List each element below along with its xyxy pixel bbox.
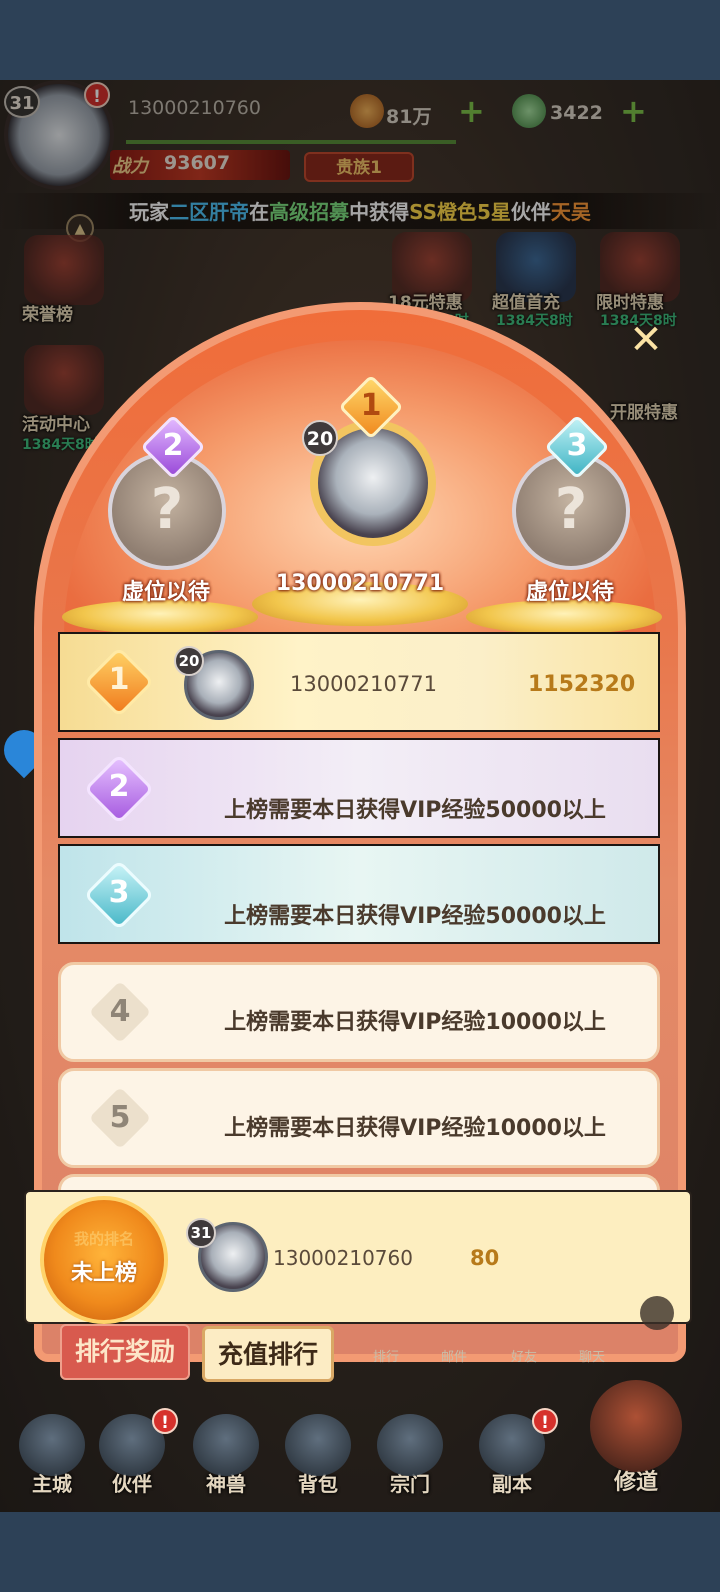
rank-4-number: 4 [109, 994, 131, 1029]
nav-cultivation[interactable]: 修道 [586, 1380, 686, 1496]
rank-4-requirement: 上榜需要本日获得VIP经验10000以上 [224, 1010, 606, 1035]
podium-second-name: 虚位以待 [121, 580, 210, 605]
rank-1-score: 1152320 [528, 672, 636, 697]
dungeon-alert-icon: ! [532, 1408, 558, 1434]
rank-3-number: 3 [108, 875, 130, 910]
podium-first-rank: 1 [360, 388, 382, 423]
beast-icon [193, 1414, 259, 1476]
tab-rank-rewards[interactable]: 排行奖励 [60, 1324, 190, 1380]
podium-third-name: 虚位以待 [525, 580, 614, 605]
my-name: 13000210760 [273, 1246, 413, 1270]
rank-1-name: 13000210771 [290, 672, 437, 696]
cultivation-icon [590, 1380, 682, 1472]
rank-5-requirement: 上榜需要本日获得VIP经验10000以上 [224, 1116, 606, 1141]
city-icon [19, 1414, 85, 1476]
podium-third-rank: 3 [566, 428, 588, 463]
rank-2-number: 2 [108, 769, 130, 804]
nav-bag[interactable]: 背包 [278, 1414, 358, 1497]
rank-5-number: 5 [109, 1100, 131, 1135]
partner-alert-icon: ! [152, 1408, 178, 1434]
scroll-right-icon[interactable] [640, 1296, 674, 1330]
my-rank-caption: 我的排名 [73, 1230, 134, 1248]
my-score: 80 [470, 1246, 500, 1270]
rank-3-requirement: 上榜需要本日获得VIP经验50000以上 [224, 904, 606, 929]
navigation-bar [0, 1512, 720, 1592]
rank-1-number: 1 [108, 662, 130, 697]
podium-first-name: 13000210771 [275, 571, 445, 596]
tab-recharge-ranking[interactable]: 充值排行 [202, 1326, 334, 1382]
podium-second-rank: 2 [162, 428, 184, 463]
rank-2-requirement: 上榜需要本日获得VIP经验50000以上 [224, 798, 606, 823]
sect-icon [377, 1414, 443, 1476]
mini-menu-mail[interactable]: 邮件 [424, 1346, 484, 1365]
podium-first-level: 20 [302, 420, 338, 456]
bag-icon [285, 1414, 351, 1476]
my-level: 31 [186, 1218, 216, 1248]
nav-main-city[interactable]: 主城 [12, 1414, 92, 1497]
rank-1-level: 20 [174, 646, 204, 676]
my-rank-status: 未上榜 [70, 1261, 137, 1286]
mini-menu-friends[interactable]: 好友 [494, 1346, 554, 1365]
status-bar [0, 0, 720, 80]
mini-menu-ranking[interactable]: 排行 [356, 1346, 416, 1365]
nav-sect[interactable]: 宗门 [370, 1414, 450, 1497]
mini-menu-chat[interactable]: 聊天 [562, 1346, 622, 1365]
close-icon[interactable]: ✕ [624, 318, 668, 362]
nav-beasts[interactable]: 神兽 [186, 1414, 266, 1497]
